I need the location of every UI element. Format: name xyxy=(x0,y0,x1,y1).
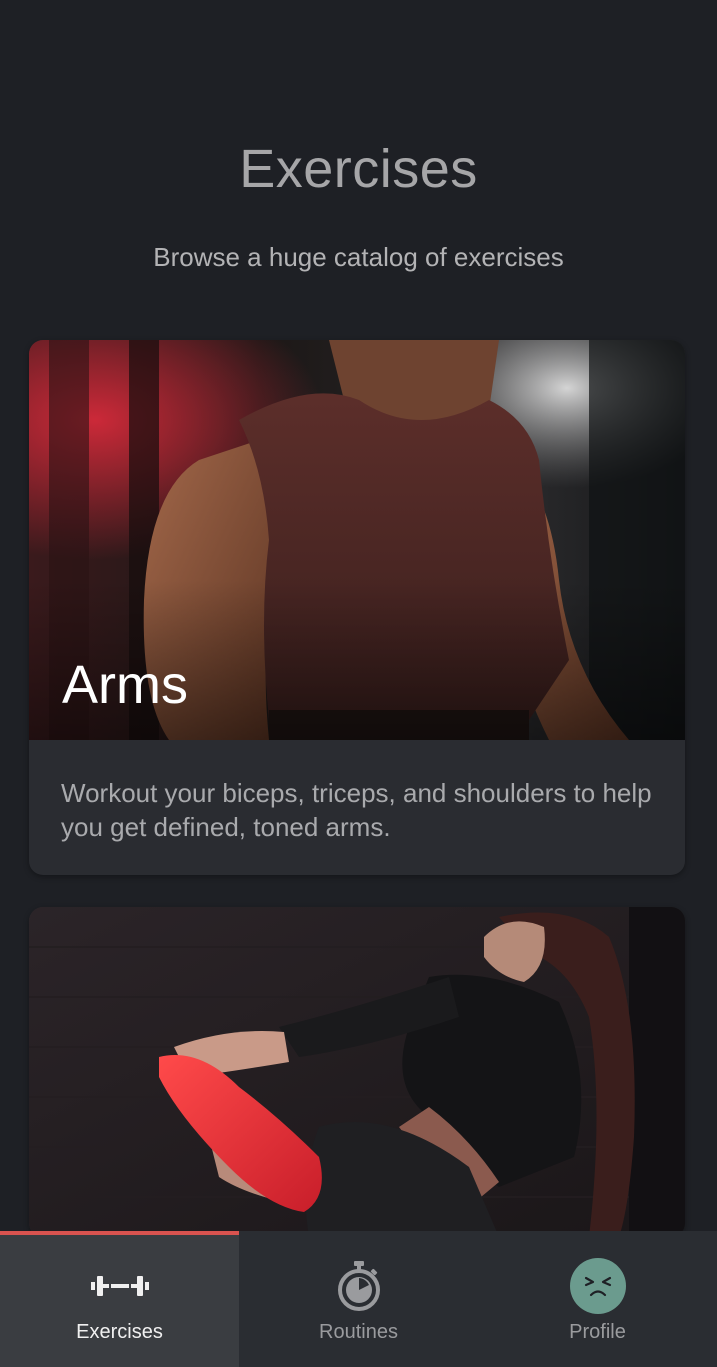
nav-label-exercises: Exercises xyxy=(76,1321,163,1343)
exercises-screen: Exercises Browse a huge catalog of exerc… xyxy=(0,0,717,1367)
exercise-card-legs[interactable] xyxy=(29,907,685,1237)
avatar xyxy=(569,1258,626,1314)
avatar-icon xyxy=(569,1258,626,1314)
stopwatch-icon xyxy=(337,1261,381,1311)
legs-card-image xyxy=(29,907,685,1237)
card-description: Workout your biceps, triceps, and should… xyxy=(61,778,652,842)
dumbbell-icon xyxy=(90,1261,149,1311)
legs-photo xyxy=(29,907,685,1237)
bottom-navigation: Exercises Routines Profile xyxy=(0,1231,717,1367)
card-title: Arms xyxy=(62,655,188,715)
page-title: Exercises xyxy=(239,139,478,199)
nav-item-exercises[interactable]: Exercises xyxy=(0,1231,239,1367)
nav-item-routines[interactable]: Routines xyxy=(239,1231,478,1367)
arms-card-image: Arms xyxy=(29,340,685,740)
nav-label-profile: Profile xyxy=(569,1321,626,1343)
nav-item-profile[interactable]: Profile xyxy=(478,1231,717,1367)
exercise-card-arms[interactable]: Arms Workout your biceps, triceps, and s… xyxy=(29,340,685,875)
page-subtitle: Browse a huge catalog of exercises xyxy=(153,242,564,272)
nav-label-routines: Routines xyxy=(319,1321,398,1343)
